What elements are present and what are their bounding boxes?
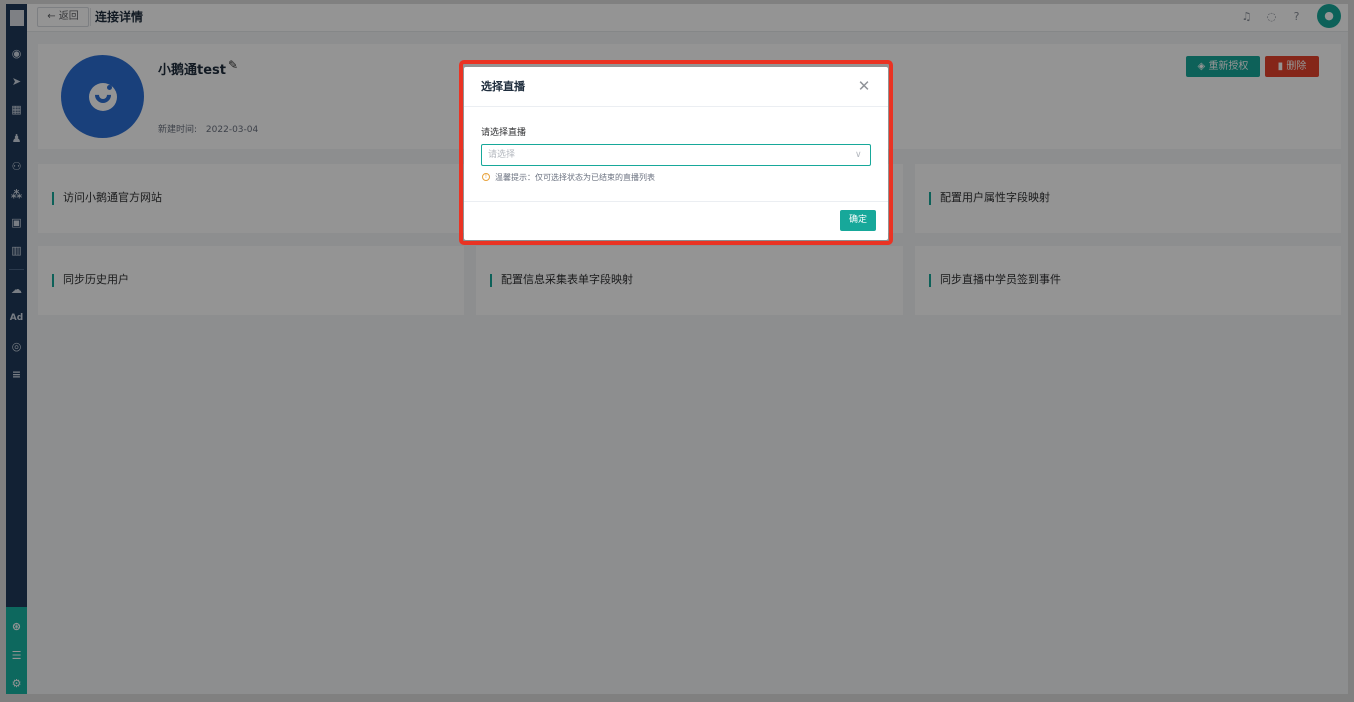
select-placeholder: 请选择 xyxy=(488,150,516,160)
modal-title: 选择直播 xyxy=(481,80,525,93)
chevron-down-icon: ∨ xyxy=(855,150,862,160)
field-label: 请选择直播 xyxy=(481,128,527,138)
confirm-button[interactable]: 确定 xyxy=(840,210,876,231)
modal-footer-divider xyxy=(464,201,888,202)
modal-header-divider xyxy=(464,106,888,107)
close-icon[interactable]: ✕ xyxy=(855,77,873,95)
warning-icon: ! xyxy=(482,173,490,181)
select-live-modal: 选择直播 ✕ 请选择直播 请选择 ∨ ! 温馨提示：仅可选择状态为已结束的直播列… xyxy=(464,67,888,240)
hint-text: 温馨提示：仅可选择状态为已结束的直播列表 xyxy=(495,173,655,182)
live-select[interactable]: 请选择 ∨ xyxy=(481,144,871,166)
